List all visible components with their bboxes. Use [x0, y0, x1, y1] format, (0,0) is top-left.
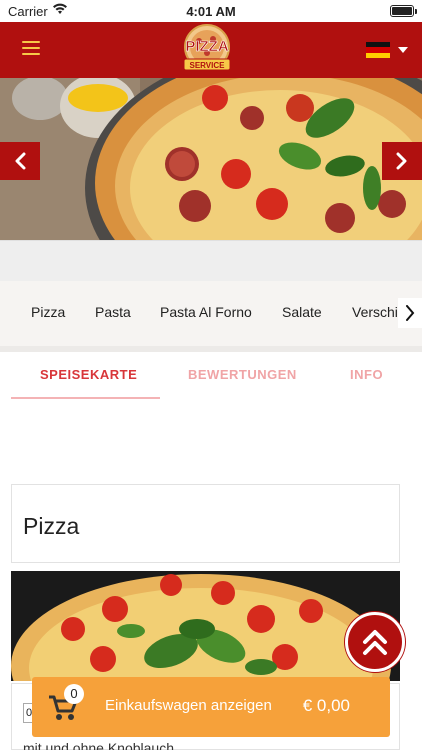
svg-text:PIZZA: PIZZA	[185, 38, 228, 55]
menu-section-header: Pizza	[11, 484, 400, 563]
tab-bewertungen[interactable]: BEWERTUNGEN	[188, 367, 297, 382]
spacer-band	[0, 241, 422, 281]
pizza-service-logo[interactable]: PIZZA SERVICE	[177, 23, 237, 77]
category-scroll-right-button[interactable]	[398, 298, 422, 328]
cart-count-badge: 0	[64, 684, 84, 704]
scroll-to-top-button[interactable]	[345, 612, 405, 672]
carousel-next-button[interactable]	[382, 142, 422, 180]
chevron-right-icon	[406, 305, 415, 321]
cart-label: Einkaufswagen anzeigen	[105, 697, 272, 714]
app-header: PIZZA SERVICE	[0, 22, 422, 78]
item-description: mit und ohne Knoblauch	[23, 740, 174, 750]
active-tab-indicator	[11, 397, 160, 399]
pizza-section-photo	[11, 571, 400, 681]
tab-bar: SPEISEKARTE BEWERTUNGEN INFO	[0, 352, 422, 402]
category-nav: Pizza Pasta Pasta Al Forno Salate Versch…	[0, 281, 422, 346]
chevron-down-icon[interactable]	[398, 47, 408, 53]
pizza-banner-photo	[0, 78, 422, 241]
svg-text:SERVICE: SERVICE	[190, 61, 226, 70]
chevron-left-icon	[15, 152, 26, 170]
status-bar: Carrier 4:01 AM	[0, 0, 422, 22]
section-title: Pizza	[23, 513, 80, 539]
carousel-prev-button[interactable]	[0, 142, 40, 180]
category-pasta-al-forno[interactable]: Pasta Al Forno	[160, 304, 252, 320]
tab-speisekarte[interactable]: SPEISEKARTE	[40, 367, 137, 382]
double-chevron-up-icon	[363, 630, 387, 655]
category-verschiedenes[interactable]: Verschi	[352, 304, 398, 320]
hero-banner	[0, 78, 422, 241]
category-pasta[interactable]: Pasta	[95, 304, 131, 320]
view-cart-button[interactable]: 0 Einkaufswagen anzeigen € 0,00	[32, 677, 390, 737]
tab-info[interactable]: INFO	[350, 367, 383, 382]
chevron-right-icon	[396, 152, 407, 170]
battery-tip	[415, 9, 417, 14]
cart-total: € 0,00	[302, 696, 350, 715]
hamburger-menu-icon[interactable]	[22, 41, 40, 56]
category-salate[interactable]: Salate	[282, 304, 322, 320]
germany-flag-icon[interactable]	[366, 42, 390, 58]
battery-icon	[390, 5, 414, 17]
clock: 4:01 AM	[186, 4, 236, 19]
category-pizza[interactable]: Pizza	[31, 304, 65, 320]
